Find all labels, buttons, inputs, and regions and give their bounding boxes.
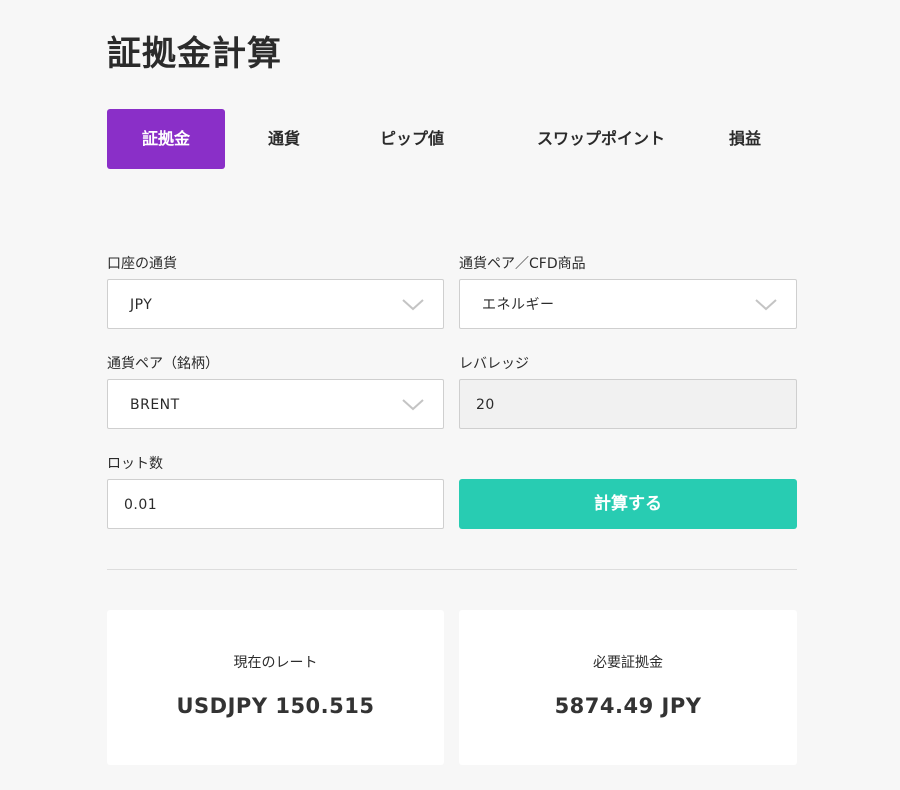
instrument-type-select[interactable]: エネルギー: [459, 279, 797, 329]
symbol-select[interactable]: BRENT: [107, 379, 444, 429]
chevron-down-icon: [402, 399, 424, 411]
current-rate-card: 現在のレート USDJPY 150.515: [107, 610, 444, 765]
instrument-type-value: エネルギー: [482, 297, 555, 313]
current-rate-value: USDJPY 150.515: [176, 694, 375, 718]
tab-swap-points[interactable]: スワップポイント: [507, 109, 695, 169]
instrument-type-label: 通貨ペア／CFD商品: [459, 256, 586, 272]
tab-bar: 証拠金 通貨 ピップ値 スワップポイント 損益: [107, 109, 807, 169]
leverage-label: レバレッジ: [459, 356, 529, 372]
required-margin-label: 必要証拠金: [593, 655, 663, 671]
lots-input[interactable]: 0.01: [107, 479, 444, 529]
tab-margin[interactable]: 証拠金: [107, 109, 225, 169]
account-currency-value: JPY: [130, 297, 153, 313]
tab-pip-value[interactable]: ピップ値: [357, 109, 467, 169]
current-rate-label: 現在のレート: [233, 655, 318, 671]
page-title: 証拠金計算: [107, 34, 282, 74]
chevron-down-icon: [755, 299, 777, 311]
symbol-value: BRENT: [130, 397, 180, 413]
chevron-down-icon: [402, 299, 424, 311]
tab-currency[interactable]: 通貨: [225, 109, 343, 169]
required-margin-card: 必要証拠金 5874.49 JPY: [459, 610, 797, 765]
required-margin-value: 5874.49 JPY: [554, 694, 702, 718]
symbol-label: 通貨ペア（銘柄）: [107, 356, 219, 372]
tab-profit-loss[interactable]: 損益: [712, 109, 778, 169]
lots-value[interactable]: 0.01: [124, 480, 157, 530]
account-currency-select[interactable]: JPY: [107, 279, 444, 329]
leverage-value: 20: [476, 397, 495, 413]
divider: [107, 569, 797, 570]
leverage-field: 20: [459, 379, 797, 429]
calculate-button[interactable]: 計算する: [459, 479, 797, 529]
account-currency-label: 口座の通貨: [107, 256, 177, 272]
lots-label: ロット数: [107, 456, 163, 472]
